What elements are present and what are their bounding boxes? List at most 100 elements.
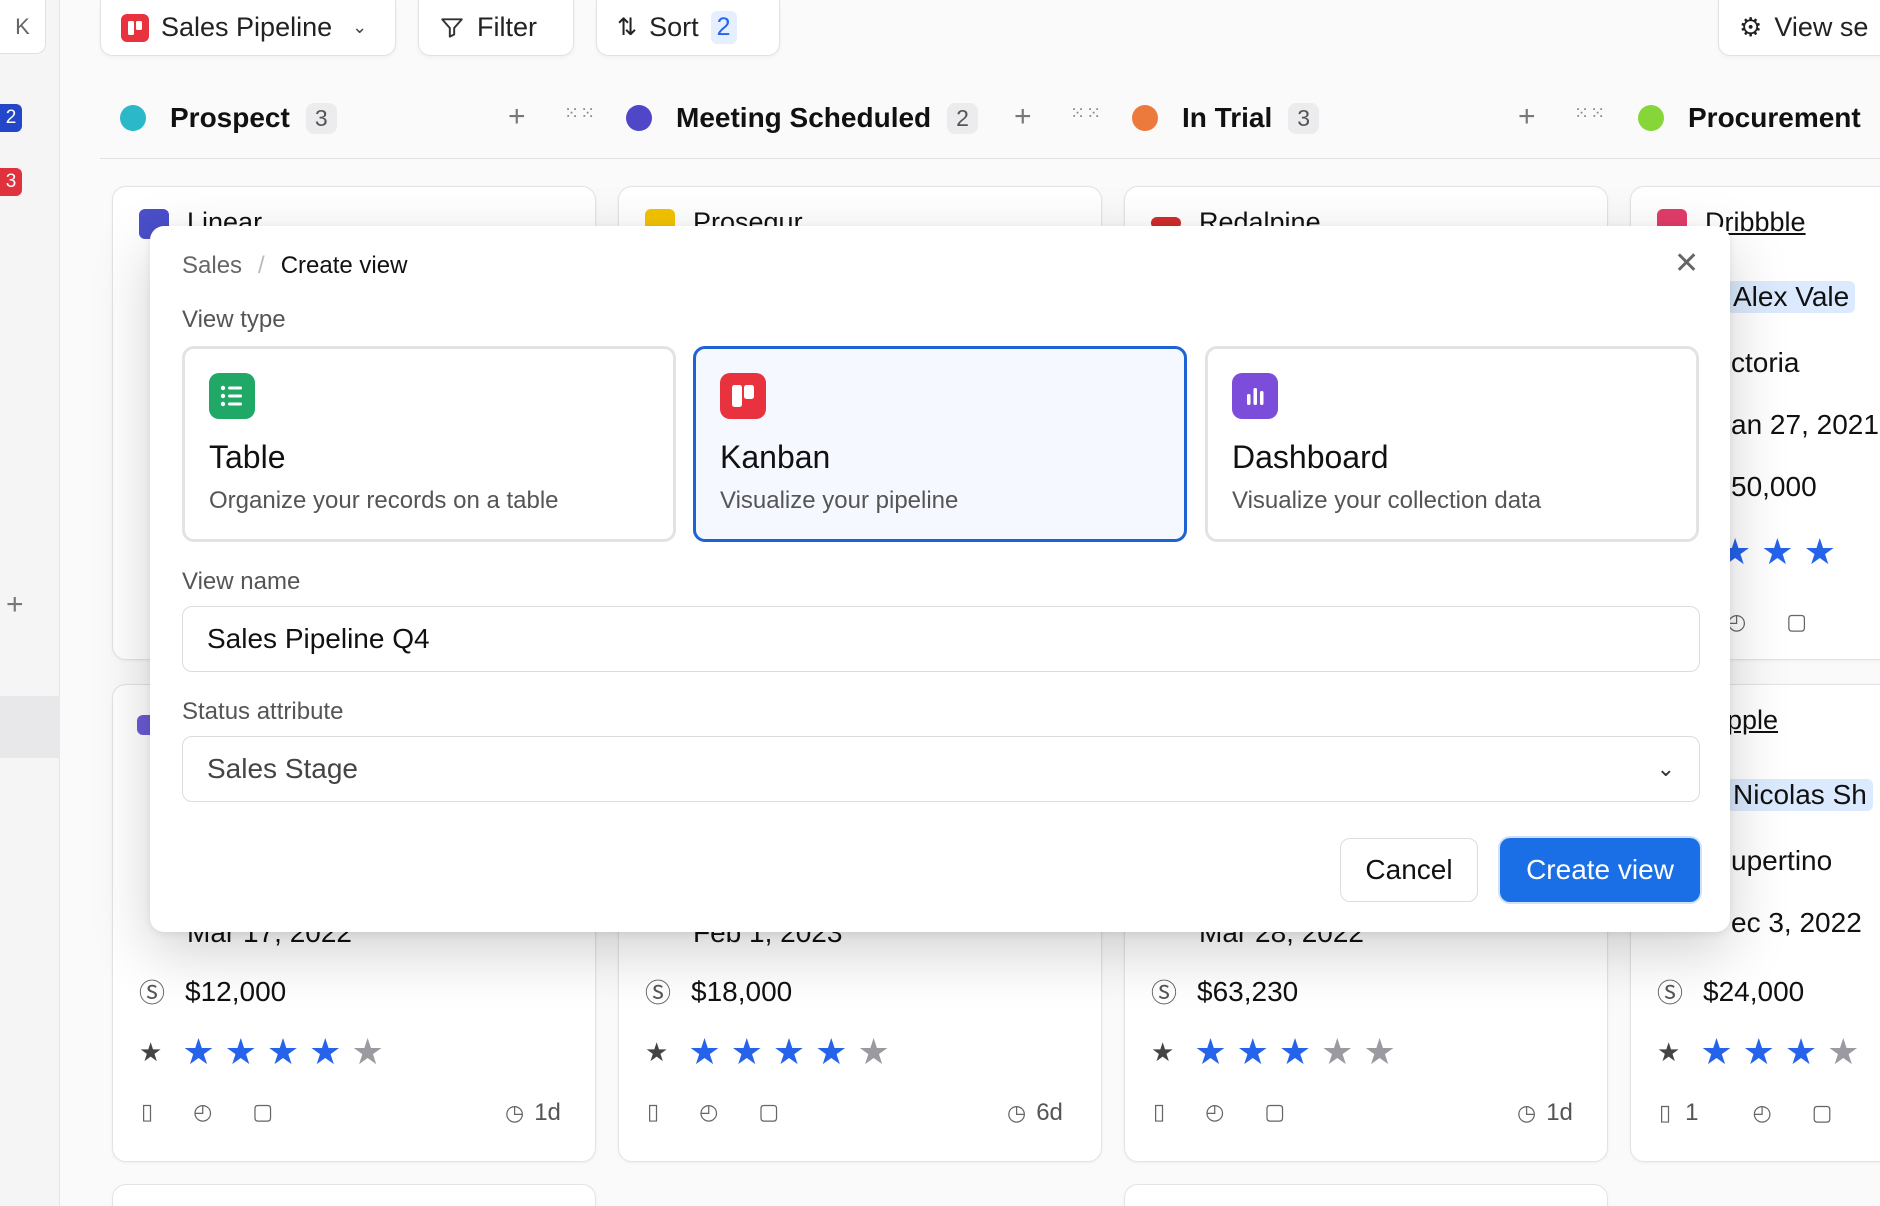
view-type-kanban[interactable]: Kanban Visualize your pipeline — [693, 346, 1187, 542]
drag-handle-icon[interactable]: ⁙⁙ — [1070, 103, 1102, 124]
age-value: 6d — [1036, 1099, 1063, 1126]
breadcrumb-separator: / — [258, 252, 265, 279]
file-icon[interactable]: ▯ — [647, 1099, 659, 1125]
view-type-desc: Visualize your collection data — [1232, 487, 1542, 514]
owner-field: Alex Vale — [1727, 281, 1856, 313]
column-count: 3 — [305, 102, 337, 134]
card-footer: ▯ ◴ ▢ — [1153, 1099, 1285, 1125]
dollar-icon: Ⓢ — [139, 978, 166, 1008]
comment-icon[interactable]: ▢ — [252, 1099, 273, 1125]
column-header-meeting-scheduled: Meeting Scheduled 2 — [626, 96, 978, 140]
age-value: 1d — [534, 1099, 561, 1126]
amount-row: Ⓢ $24,000 — [1657, 973, 1804, 1010]
sidebar-badge-blue[interactable]: 2 — [0, 104, 22, 132]
view-name-input[interactable]: Sales Pipeline Q4 — [182, 606, 1700, 672]
view-type-table[interactable]: Table Organize your records on a table — [182, 346, 676, 542]
clock-icon: ◷ — [1007, 1100, 1027, 1125]
column-count: 2 — [947, 102, 978, 134]
card-footer: ▯ ◴ ▢ — [141, 1099, 273, 1125]
create-view-modal: Sales / Create view ✕ View type Table Or… — [150, 226, 1730, 932]
add-card-icon[interactable]: + — [1518, 100, 1536, 134]
comment-icon[interactable]: ▢ — [1786, 609, 1807, 635]
create-view-button[interactable]: Create view — [1500, 838, 1700, 902]
location-value: upertino — [1731, 845, 1833, 876]
drag-handle-icon[interactable]: ⁙⁙ — [564, 103, 596, 124]
column-title: Procurement — [1688, 102, 1861, 133]
comment-icon[interactable]: ▢ — [1264, 1099, 1285, 1125]
sort-count-badge: 2 — [710, 11, 737, 44]
deal-card[interactable] — [112, 1184, 596, 1206]
status-dot — [1638, 105, 1664, 131]
rating-stars[interactable]: ★ ★ ★ ★ — [1700, 1031, 1859, 1073]
amount-row: Ⓢ $12,000 — [139, 973, 286, 1010]
amount-value: $24,000 — [1703, 975, 1805, 1007]
card-footer: ▯ ◴ ▢ — [647, 1099, 779, 1125]
location-value: ctoria — [1731, 347, 1800, 378]
card-footer: ▯ 1 ◴ ▢ — [1659, 1099, 1832, 1127]
attachment-count: 1 — [1685, 1099, 1699, 1126]
amount-value: $63,230 — [1197, 975, 1299, 1007]
amount-row: Ⓢ $63,230 — [1151, 973, 1298, 1010]
comment-icon[interactable]: ▢ — [1812, 1100, 1833, 1126]
task-check-icon[interactable]: ◴ — [193, 1099, 212, 1125]
status-dot — [1132, 105, 1158, 131]
shortcut-key[interactable]: K — [0, 0, 46, 54]
filter-button[interactable]: Filter — [418, 0, 574, 56]
company-name[interactable]: pple — [1727, 705, 1778, 736]
status-dot — [626, 105, 652, 131]
sidebar-active-item[interactable] — [0, 696, 60, 758]
star-icon: ★ — [1657, 1036, 1681, 1067]
sidebar-add-icon[interactable]: + — [6, 588, 24, 622]
rating-row: ★ ★ ★ ★ ★ ★ — [1151, 1031, 1396, 1073]
sort-label: Sort — [649, 12, 699, 42]
sidebar-badge-red[interactable]: 3 — [0, 168, 22, 196]
owner-field: Nicolas Sh — [1727, 779, 1873, 811]
file-icon[interactable]: ▯ — [1153, 1099, 1165, 1125]
sort-button[interactable]: ⇅ Sort 2 — [596, 0, 780, 56]
status-attribute-select[interactable]: Sales Stage ⌄ — [182, 736, 1700, 802]
view-type-title: Dashboard — [1232, 439, 1389, 475]
view-type-desc: Visualize your pipeline — [720, 487, 959, 514]
owner-chip[interactable]: Alex Vale — [1727, 281, 1856, 313]
status-dot — [120, 105, 146, 131]
header-divider — [100, 158, 1880, 159]
file-icon[interactable]: ▯ — [1659, 1100, 1671, 1126]
view-switcher-button[interactable]: Sales Pipeline ⌄ — [100, 0, 396, 56]
column-header-procurement: Procurement — [1638, 96, 1861, 140]
sort-icon: ⇅ — [617, 14, 638, 41]
dollar-icon: Ⓢ — [645, 978, 672, 1008]
deal-card[interactable] — [1124, 1184, 1608, 1206]
rating-row: ★ ★ ★ ★ ★ ★ — [645, 1031, 890, 1073]
rating-stars[interactable]: ★ ★ ★ — [1719, 531, 1836, 573]
file-icon[interactable]: ▯ — [141, 1099, 153, 1125]
view-switcher-label: Sales Pipeline — [161, 12, 333, 42]
drag-handle-icon[interactable]: ⁙⁙ — [1574, 103, 1606, 124]
card-age: ◷ 1d — [1517, 1099, 1573, 1127]
add-card-icon[interactable]: + — [508, 100, 526, 134]
breadcrumb: Sales / Create view — [182, 252, 407, 280]
kanban-icon — [121, 13, 149, 42]
rating-stars[interactable]: ★ ★ ★ ★ ★ — [1194, 1031, 1395, 1073]
column-title: Meeting Scheduled — [676, 102, 932, 133]
owner-chip[interactable]: Nicolas Sh — [1727, 779, 1873, 811]
rating-row: ★ ★ ★ ★ ★ ★ — [139, 1031, 384, 1073]
task-check-icon[interactable]: ◴ — [1752, 1100, 1771, 1126]
chart-icon — [1232, 373, 1278, 419]
add-card-icon[interactable]: + — [1014, 100, 1032, 134]
view-type-title: Table — [209, 439, 286, 475]
view-type-dashboard[interactable]: Dashboard Visualize your collection data — [1205, 346, 1699, 542]
filter-label: Filter — [477, 12, 537, 42]
chevron-down-icon: ⌄ — [1656, 756, 1675, 781]
rating-stars[interactable]: ★ ★ ★ ★ ★ — [688, 1031, 889, 1073]
comment-icon[interactable]: ▢ — [758, 1099, 779, 1125]
date-value: an 27, 2021 — [1731, 409, 1879, 440]
breadcrumb-parent[interactable]: Sales — [182, 252, 242, 280]
task-check-icon[interactable]: ◴ — [699, 1099, 718, 1125]
view-settings-button[interactable]: ⚙ View se — [1718, 0, 1880, 56]
card-age: ◷ 6d — [1007, 1099, 1063, 1127]
close-icon[interactable]: ✕ — [1674, 246, 1699, 281]
rating-stars[interactable]: ★ ★ ★ ★ ★ — [182, 1031, 383, 1073]
dollar-icon: Ⓢ — [1657, 978, 1684, 1008]
cancel-button[interactable]: Cancel — [1340, 838, 1478, 902]
task-check-icon[interactable]: ◴ — [1205, 1099, 1224, 1125]
